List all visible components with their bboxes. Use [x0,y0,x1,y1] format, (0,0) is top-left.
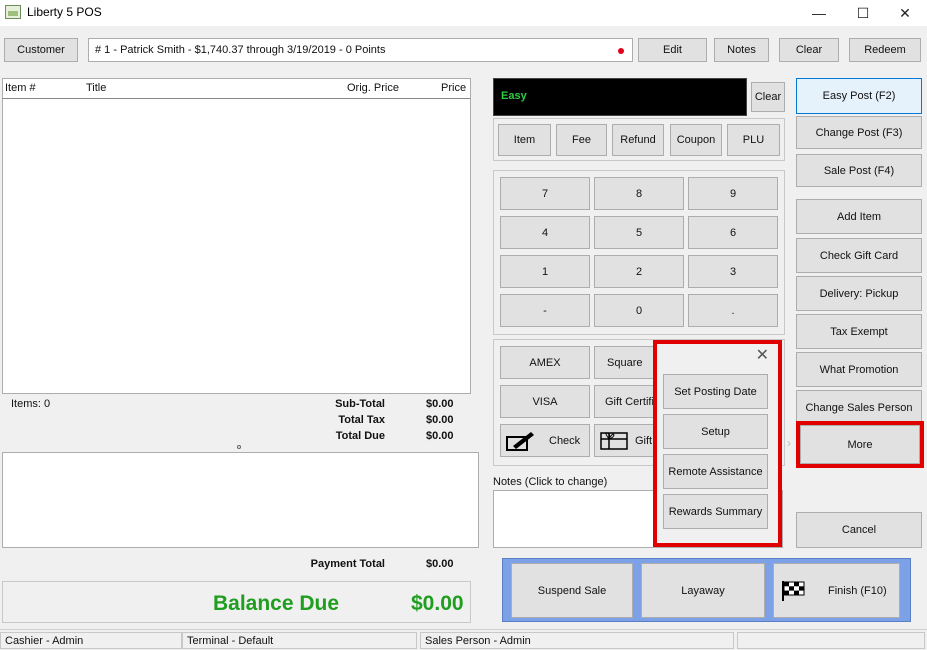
status-sales-person: Sales Person - Admin [420,632,734,649]
customer-info-field[interactable]: # 1 - Patrick Smith - $1,740.37 through … [88,38,633,62]
checkered-flag-icon [782,580,805,601]
key-4-button[interactable]: 4 [500,216,590,249]
setup-button[interactable]: Setup [663,414,768,449]
items-count: Items: 0 [11,398,51,410]
tender-check-button[interactable]: Check [500,424,590,457]
tax-exempt-button[interactable]: Tax Exempt [796,314,922,349]
delivery-pickup-button[interactable]: Delivery: Pickup [796,276,922,311]
check-pen-icon [506,431,534,451]
balance-due-label: Balance Due [213,592,340,615]
total-tax-label: Total Tax [338,414,385,426]
key-8-button[interactable]: 8 [594,177,684,210]
tender-check-label: Check [549,434,581,447]
key-3-button[interactable]: 3 [688,255,778,288]
column-item-number[interactable]: Item # [5,82,36,94]
keypad-group: 7 8 9 4 5 6 1 2 3 - 0 . [493,170,785,335]
tender-amex-button[interactable]: AMEX [500,346,590,379]
payment-total-label: Payment Total [310,558,385,570]
window-title: Liberty 5 POS [27,5,102,19]
subtotal-value: $0.00 [426,398,454,410]
set-posting-date-button[interactable]: Set Posting Date [663,374,768,409]
notes-button[interactable]: Notes [714,38,769,62]
gift-card-icon [600,431,628,450]
action-bar: Suspend Sale Layaway Finish (F10) [502,558,911,622]
subtotal-label: Sub-Total [335,398,385,410]
payment-total-value: $0.00 [426,558,454,570]
key-2-button[interactable]: 2 [594,255,684,288]
key-0-button[interactable]: 0 [594,294,684,327]
tender-visa-button[interactable]: VISA [500,385,590,418]
cancel-button[interactable]: Cancel [796,512,922,548]
entry-mode-group: Item Fee Refund Coupon PLU [493,118,785,161]
change-sales-person-button[interactable]: Change Sales Person [796,390,922,425]
layaway-button[interactable]: Layaway [641,563,765,618]
add-item-button[interactable]: Add Item [796,199,922,234]
column-orig-price[interactable]: Orig. Price [347,82,399,94]
balance-due-value: $0.00 [411,592,464,615]
customer-info-text: # 1 - Patrick Smith - $1,740.37 through … [95,44,386,56]
clear-entry-button[interactable]: Clear [751,82,785,112]
total-due-value: $0.00 [426,430,454,442]
rewards-summary-button[interactable]: Rewards Summary [663,494,768,529]
key-minus-button[interactable]: - [500,294,590,327]
status-cashier: Cashier - Admin [0,632,182,649]
close-icon[interactable]: ✕ [883,0,927,26]
column-title[interactable]: Title [86,82,106,94]
notes-label[interactable]: Notes (Click to change) [493,476,607,488]
entry-display-text: Easy [501,90,527,102]
customer-button[interactable]: Customer [4,38,78,62]
edit-button[interactable]: Edit [638,38,707,62]
total-tax-value: $0.00 [426,414,454,426]
mode-refund-button[interactable]: Refund [612,124,664,156]
key-1-button[interactable]: 1 [500,255,590,288]
splitter-handle-icon[interactable] [237,445,241,449]
easy-post-button[interactable]: Easy Post (F2) [796,78,922,114]
entry-display[interactable]: Easy [493,78,747,116]
maximize-icon[interactable]: ☐ [841,0,885,26]
key-7-button[interactable]: 7 [500,177,590,210]
mode-item-button[interactable]: Item [498,124,551,156]
total-due-label: Total Due [335,430,385,442]
items-table-body[interactable] [2,99,471,394]
mode-plu-button[interactable]: PLU [727,124,780,156]
status-bar: Cashier - Admin Terminal - Default Sales… [0,629,927,650]
suspend-sale-button[interactable]: Suspend Sale [511,563,633,618]
status-terminal: Terminal - Default [182,632,417,649]
clear-customer-button[interactable]: Clear [779,38,839,62]
app-icon [5,5,21,19]
tender-gift-label: Gift [635,434,653,447]
items-table-header: Item # Title Orig. Price Price [2,78,471,99]
check-gift-card-button[interactable]: Check Gift Card [796,238,922,273]
mode-fee-button[interactable]: Fee [556,124,607,156]
more-button-highlight [796,421,924,468]
status-empty [737,632,925,649]
finish-button[interactable]: Finish (F10) [773,563,900,618]
minimize-icon[interactable]: — [797,0,841,26]
status-dot-icon [618,48,624,54]
key-9-button[interactable]: 9 [688,177,778,210]
change-post-button[interactable]: Change Post (F3) [796,116,922,149]
remote-assistance-button[interactable]: Remote Assistance [663,454,768,489]
column-price[interactable]: Price [441,82,466,94]
popup-close-icon[interactable]: ✕ [756,345,769,365]
payments-list[interactable] [2,452,479,548]
more-popup-menu: ✕ Set Posting Date Setup Remote Assistan… [653,340,782,547]
key-6-button[interactable]: 6 [688,216,778,249]
chevron-right-icon: › [787,436,791,450]
key-dot-button[interactable]: . [688,294,778,327]
sale-post-button[interactable]: Sale Post (F4) [796,154,922,187]
key-5-button[interactable]: 5 [594,216,684,249]
title-bar: Liberty 5 POS — ☐ ✕ [0,0,927,26]
mode-coupon-button[interactable]: Coupon [670,124,722,156]
balance-due-panel: Balance Due $0.00 [2,581,471,623]
finish-label: Finish (F10) [828,584,887,597]
entry-area: Easy Clear [493,78,787,116]
what-promotion-button[interactable]: What Promotion [796,352,922,387]
redeem-button[interactable]: Redeem [849,38,921,62]
